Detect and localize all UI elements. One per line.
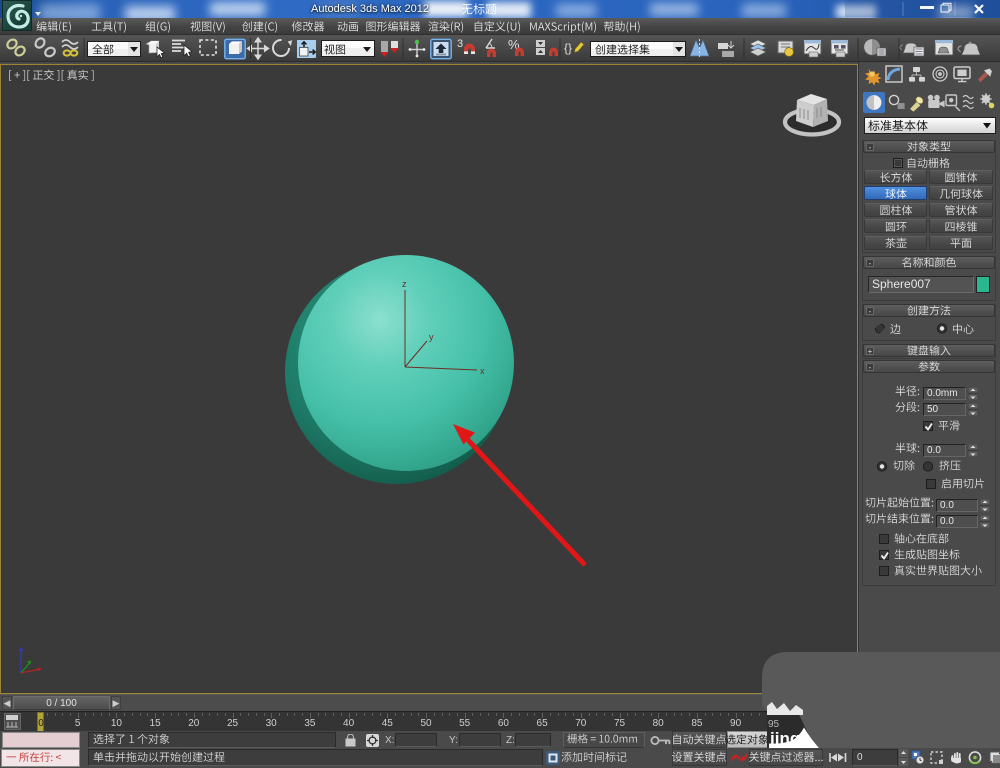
svg-text:x: x [480, 366, 485, 376]
svg-text:y: y [429, 332, 434, 342]
svg-text:z: z [402, 279, 407, 289]
